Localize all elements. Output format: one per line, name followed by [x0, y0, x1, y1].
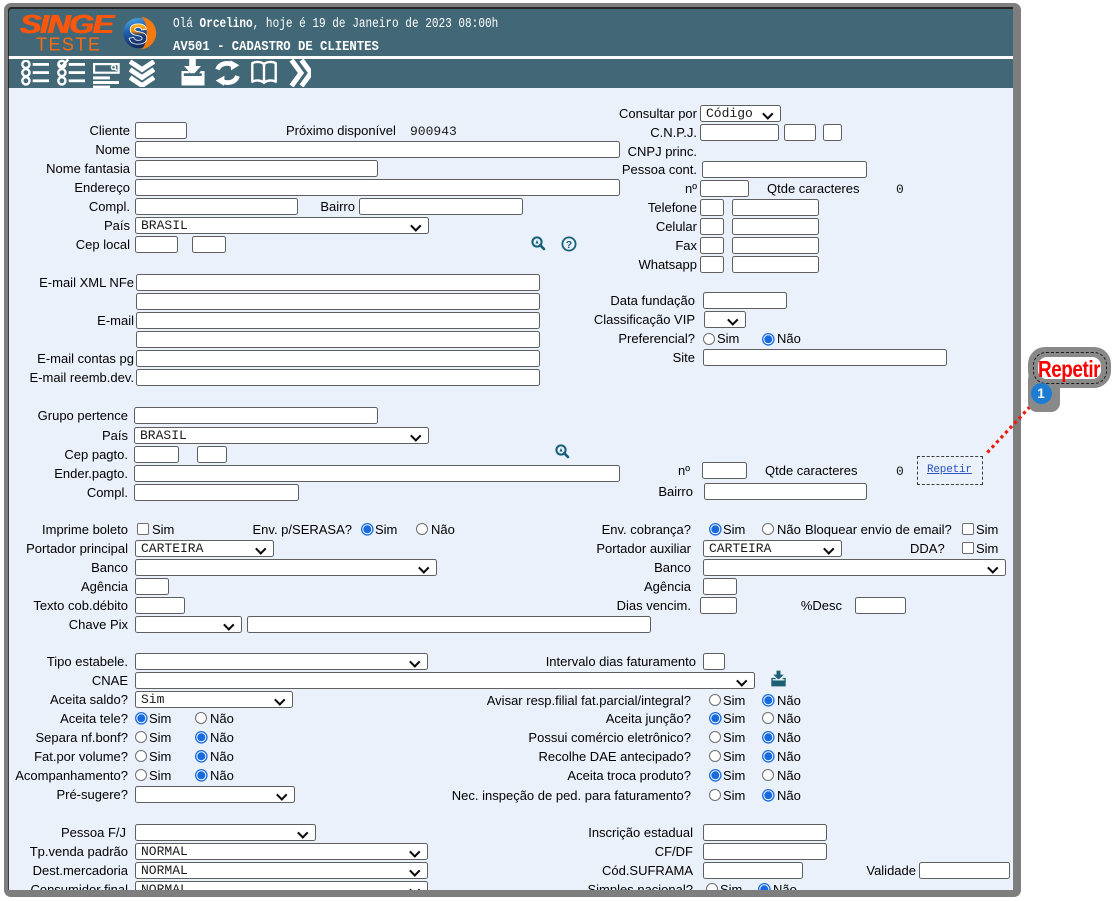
- svg-text:S: S: [129, 18, 148, 49]
